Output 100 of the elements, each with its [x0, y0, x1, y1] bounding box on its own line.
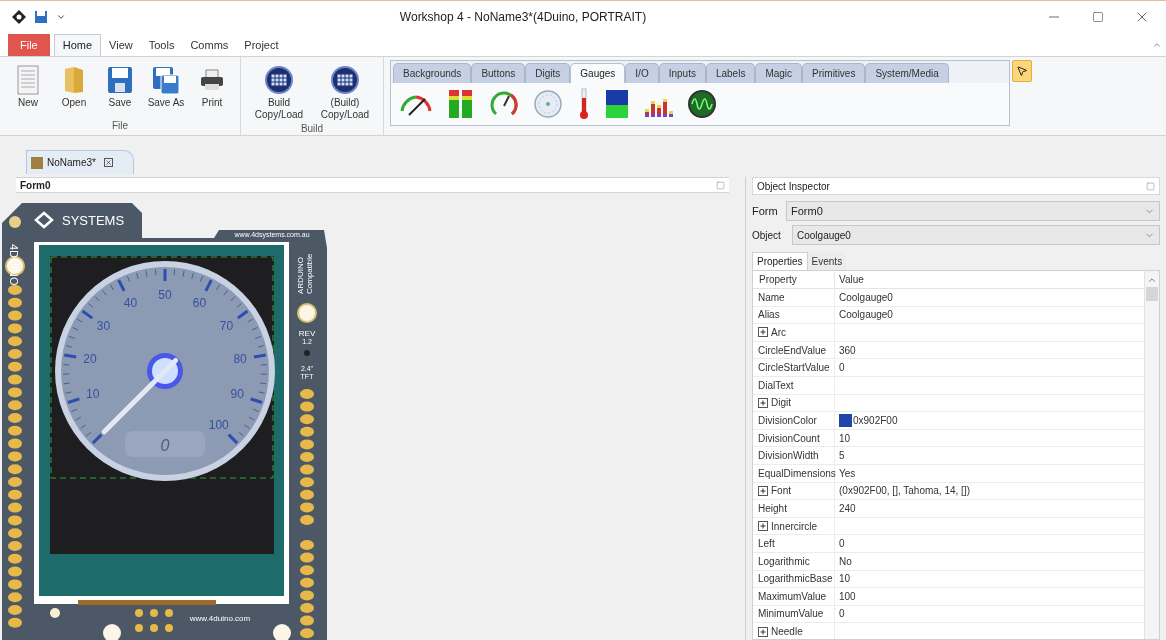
ribbon-group-label: File	[110, 119, 130, 133]
gauge-scale-label: 80	[233, 352, 247, 367]
thermometer-icon[interactable]	[577, 88, 591, 120]
object-dropdown[interactable]: Coolgauge0	[792, 225, 1160, 245]
gallery-tab[interactable]: Inputs	[658, 63, 706, 83]
expand-icon[interactable]	[758, 626, 768, 637]
gallery-tab[interactable]: Magic	[755, 63, 803, 83]
property-value: 100	[839, 589, 856, 604]
property-value: Coolgauge0	[839, 308, 893, 323]
property-value: 10	[839, 431, 851, 446]
property-value: 0x902F00	[853, 413, 898, 428]
gallery-tab[interactable]: Digits	[525, 63, 571, 83]
gallery-tab[interactable]: Gauges	[570, 63, 626, 83]
ribbon-button[interactable]: (Build) Copy/Load	[313, 63, 377, 121]
gallery-tab[interactable]: Labels	[705, 63, 756, 83]
ribbon-tab[interactable]: Project	[236, 34, 287, 56]
ribbon-button[interactable]: Build Copy/Load	[247, 63, 311, 121]
globe-grid-icon	[264, 65, 294, 95]
ribbon-tab[interactable]: Comms	[182, 34, 237, 56]
scroll-thumb[interactable]	[1146, 287, 1158, 301]
form-title: Form0	[20, 178, 51, 193]
compatibility-label: Compatible	[305, 253, 314, 294]
expand-icon[interactable]	[758, 397, 768, 408]
maximize-icon[interactable]	[1092, 10, 1104, 23]
expand-icon[interactable]	[758, 521, 768, 531]
form-dropdown[interactable]: Form0	[786, 201, 1160, 221]
ribbon-tab[interactable]: View	[101, 34, 141, 56]
column-header: Value	[838, 273, 864, 287]
expand-icon[interactable]	[758, 327, 768, 338]
printer-icon	[199, 68, 225, 92]
gauge-scale-label: 10	[86, 387, 100, 402]
expand-icon[interactable]	[758, 485, 768, 496]
property-name: Digit	[771, 396, 791, 411]
gallery-tab[interactable]: Primitives	[802, 63, 866, 83]
gauge-scale-label: 20	[83, 352, 97, 367]
gallery-tab[interactable]: I/O	[625, 63, 659, 83]
property-name: Left	[758, 537, 775, 552]
property-name: Alias	[758, 308, 780, 323]
ribbon-button[interactable]: Print	[190, 63, 234, 109]
ribbon-tab[interactable]: File	[8, 34, 50, 56]
ribbon-button[interactable]: Save	[98, 63, 142, 109]
property-name: LogarithmicBase	[758, 572, 833, 587]
ribbon-tab[interactable]: Home	[53, 34, 102, 56]
field-label: Form	[752, 203, 779, 219]
ribbon-button[interactable]: New	[6, 63, 50, 109]
panel-title: Object Inspector	[757, 179, 830, 194]
property-name: DivisionColor	[758, 413, 817, 428]
ribbon-tab[interactable]: Tools	[140, 34, 183, 56]
property-name: CircleEndValue	[758, 343, 827, 358]
tank-level-icon[interactable]	[605, 89, 629, 119]
app-logo-icon[interactable]	[12, 9, 26, 24]
property-value: Coolgauge0	[839, 290, 893, 305]
form-file-icon	[31, 156, 43, 169]
gauge-readout: 0	[160, 437, 170, 454]
gauge-scale-label: 70	[219, 319, 234, 334]
oscilloscope-icon[interactable]	[687, 89, 717, 119]
close-tab-icon[interactable]	[103, 158, 113, 167]
property-name: Arc	[771, 326, 786, 340]
revision-label: REV	[298, 329, 316, 338]
column-header: Property	[753, 272, 835, 287]
property-value: No	[839, 554, 852, 569]
property-value: 240	[839, 501, 856, 516]
scrollbar[interactable]	[1144, 271, 1159, 639]
gauge-scale-label: 40	[123, 296, 138, 311]
property-name: Font	[771, 484, 791, 499]
property-name: CircleStartValue	[758, 361, 830, 376]
gallery-tab[interactable]: Backgrounds	[393, 63, 472, 83]
document-tab[interactable]: NoName3*	[26, 150, 134, 174]
property-value: (0x902F00, [], Tahoma, 14, [])	[839, 484, 970, 499]
website-label: www.4duino.com	[189, 614, 251, 623]
inspector-tab[interactable]: Properties	[752, 252, 808, 270]
inspector-tab[interactable]: Events	[807, 252, 847, 270]
ribbon-button[interactable]: Open	[52, 63, 96, 109]
property-name: Needle	[771, 625, 803, 639]
gallery-tab[interactable]: Buttons	[471, 63, 526, 83]
property-name: MinimumValue	[758, 607, 824, 622]
gauge-scale-label: 60	[192, 296, 207, 311]
pointer-icon	[1016, 65, 1028, 77]
gallery-tab[interactable]: System/Media	[865, 63, 949, 83]
window-title: Workshop 4 - NoName3*(4Duino, PORTRAIT)	[398, 8, 648, 26]
gauge-scale-label: 30	[96, 319, 111, 334]
property-value: 360	[839, 343, 856, 358]
brand-label: SYSTEMS	[62, 213, 125, 228]
pointer-tool-button[interactable]	[1012, 60, 1032, 82]
property-name: Height	[758, 501, 787, 516]
gauge-scale-label: 50	[158, 288, 172, 302]
property-value: 0	[839, 607, 845, 622]
property-value: Yes	[839, 466, 856, 481]
compatibility-label: ARDUINO	[296, 257, 305, 294]
property-name: Innercircle	[771, 519, 818, 534]
property-name: Name	[758, 290, 785, 305]
ribbon-button[interactable]: Save As	[144, 63, 188, 109]
property-name: DivisionCount	[758, 431, 820, 446]
property-name: DivisionWidth	[758, 449, 819, 464]
bar-meter-icon[interactable]	[447, 89, 475, 119]
field-label: Object	[752, 228, 782, 243]
property-name: MaximumValue	[758, 589, 827, 604]
property-name: Logarithmic	[758, 554, 810, 569]
document-icon	[16, 65, 40, 95]
globe-grid-icon	[330, 65, 360, 95]
